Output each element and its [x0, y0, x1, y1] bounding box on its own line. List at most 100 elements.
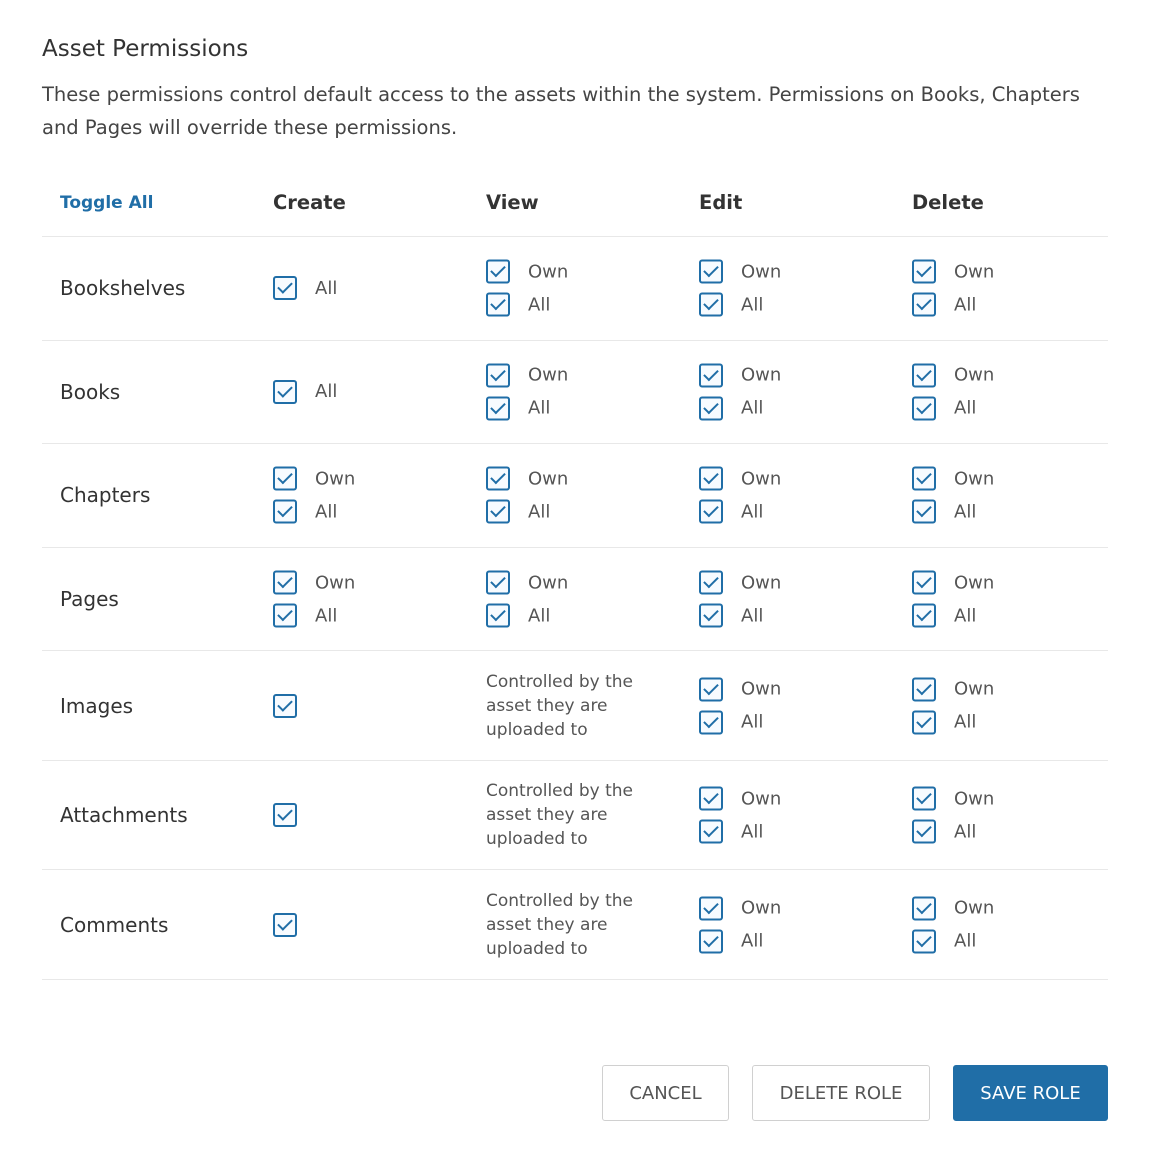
permission-checkbox[interactable]: Own: [912, 677, 994, 702]
permission-checkbox[interactable]: All: [912, 929, 994, 954]
toggle-all-link[interactable]: Toggle All: [60, 193, 153, 213]
checkbox-checked-icon[interactable]: [912, 819, 936, 844]
checkbox-checked-icon[interactable]: [912, 396, 936, 421]
permission-checkbox[interactable]: Own: [699, 259, 781, 284]
checkbox-checked-icon[interactable]: [273, 912, 297, 937]
permission-checkbox[interactable]: Own: [486, 466, 569, 491]
checkbox-checked-icon[interactable]: [912, 786, 936, 811]
checkbox-checked-icon[interactable]: [699, 896, 723, 921]
checkbox-checked-icon[interactable]: [912, 292, 936, 317]
checkbox-checked-icon[interactable]: [486, 603, 510, 628]
checkbox-label: Own: [528, 364, 569, 386]
permission-checkbox[interactable]: All: [912, 396, 994, 421]
permission-checkbox[interactable]: Own: [699, 570, 781, 595]
permission-checkbox[interactable]: Own: [273, 466, 355, 491]
checkbox-checked-icon[interactable]: [912, 466, 936, 491]
permission-checkbox[interactable]: Own: [912, 786, 994, 811]
permission-checkbox[interactable]: Own: [699, 466, 781, 491]
checkbox-checked-icon[interactable]: [486, 466, 510, 491]
permission-checkbox[interactable]: Own: [699, 677, 781, 702]
permission-checkbox[interactable]: All: [273, 379, 337, 404]
checkbox-checked-icon[interactable]: [699, 819, 723, 844]
permission-checkbox[interactable]: Own: [486, 259, 568, 284]
permission-checkbox[interactable]: All: [912, 292, 994, 317]
permission-checkbox[interactable]: Own: [699, 896, 781, 921]
checkbox-checked-icon[interactable]: [699, 710, 723, 735]
checkbox-checked-icon[interactable]: [699, 603, 723, 628]
checkbox-checked-icon[interactable]: [912, 363, 936, 388]
checkbox-checked-icon[interactable]: [912, 259, 936, 284]
checkbox-checked-icon[interactable]: [486, 570, 510, 595]
checkbox-checked-icon[interactable]: [273, 276, 297, 301]
checkbox-checked-icon[interactable]: [273, 499, 297, 524]
checkbox-checked-icon[interactable]: [912, 929, 936, 954]
checkbox-checked-icon[interactable]: [699, 499, 723, 524]
permission-checkbox[interactable]: Own: [273, 570, 355, 595]
checkbox-checked-icon[interactable]: [273, 570, 297, 595]
checkbox-checked-icon[interactable]: [699, 363, 723, 388]
checkbox-checked-icon[interactable]: [486, 292, 510, 317]
checkbox-checked-icon[interactable]: [273, 466, 297, 491]
permission-checkbox[interactable]: All: [486, 292, 568, 317]
permission-checkbox[interactable]: Own: [912, 896, 994, 921]
checkbox-checked-icon[interactable]: [699, 292, 723, 317]
checkbox-checked-icon[interactable]: [273, 693, 297, 718]
checkbox-checked-icon[interactable]: [912, 570, 936, 595]
checkbox-label: Own: [528, 468, 569, 490]
controlled-note: Controlled by the asset they are uploade…: [486, 781, 633, 850]
checkbox-checked-icon[interactable]: [486, 363, 510, 388]
permission-checkbox[interactable]: All: [273, 603, 355, 628]
checkbox-checked-icon[interactable]: [699, 466, 723, 491]
permission-checkbox[interactable]: All: [912, 499, 994, 524]
checkbox-checked-icon[interactable]: [273, 379, 297, 404]
delete-role-button[interactable]: DELETE ROLE: [752, 1065, 930, 1121]
cancel-button[interactable]: CANCEL: [602, 1065, 729, 1121]
permission-checkbox[interactable]: All: [912, 710, 994, 735]
permission-checkbox[interactable]: All: [699, 710, 781, 735]
permission-checkbox[interactable]: All: [273, 276, 337, 301]
permission-checkbox[interactable]: All: [699, 819, 781, 844]
permission-checkbox[interactable]: Own: [486, 570, 568, 595]
permission-checkbox[interactable]: All: [912, 603, 994, 628]
checkbox-checked-icon[interactable]: [273, 803, 297, 828]
permission-checkbox[interactable]: All: [486, 603, 568, 628]
permission-checkbox[interactable]: All: [699, 929, 781, 954]
checkbox-checked-icon[interactable]: [273, 603, 297, 628]
permission-checkbox[interactable]: Own: [912, 363, 994, 388]
permission-checkbox[interactable]: All: [699, 499, 781, 524]
permission-checkbox[interactable]: [273, 693, 297, 718]
permission-checkbox[interactable]: All: [699, 603, 781, 628]
permission-checkbox[interactable]: All: [699, 396, 781, 421]
checkbox-checked-icon[interactable]: [699, 677, 723, 702]
permission-checkbox[interactable]: Own: [912, 570, 994, 595]
checkbox-group: Own All: [699, 363, 781, 421]
checkbox-label: All: [528, 501, 551, 523]
checkbox-checked-icon[interactable]: [486, 499, 510, 524]
permission-checkbox[interactable]: Own: [912, 466, 994, 491]
checkbox-checked-icon[interactable]: [699, 929, 723, 954]
checkbox-checked-icon[interactable]: [912, 499, 936, 524]
permission-checkbox[interactable]: Own: [912, 259, 994, 284]
checkbox-checked-icon[interactable]: [486, 259, 510, 284]
checkbox-checked-icon[interactable]: [912, 677, 936, 702]
permission-checkbox[interactable]: All: [486, 499, 568, 524]
checkbox-checked-icon[interactable]: [912, 710, 936, 735]
checkbox-checked-icon[interactable]: [912, 603, 936, 628]
permission-checkbox[interactable]: All: [486, 396, 568, 421]
save-role-button[interactable]: SAVE ROLE: [953, 1065, 1108, 1121]
permission-checkbox[interactable]: Own: [699, 786, 781, 811]
checkbox-checked-icon[interactable]: [699, 786, 723, 811]
permission-checkbox[interactable]: All: [912, 819, 994, 844]
permission-checkbox[interactable]: All: [699, 292, 781, 317]
permission-checkbox[interactable]: All: [273, 499, 355, 524]
permission-checkbox[interactable]: Own: [486, 363, 569, 388]
checkbox-checked-icon[interactable]: [699, 570, 723, 595]
permission-checkbox[interactable]: [273, 803, 297, 828]
checkbox-checked-icon[interactable]: [699, 259, 723, 284]
table-header: Toggle All Create View Edit Delete: [42, 168, 1108, 237]
checkbox-checked-icon[interactable]: [912, 896, 936, 921]
permission-checkbox[interactable]: Own: [699, 363, 781, 388]
checkbox-checked-icon[interactable]: [486, 396, 510, 421]
permission-checkbox[interactable]: [273, 912, 297, 937]
checkbox-checked-icon[interactable]: [699, 396, 723, 421]
